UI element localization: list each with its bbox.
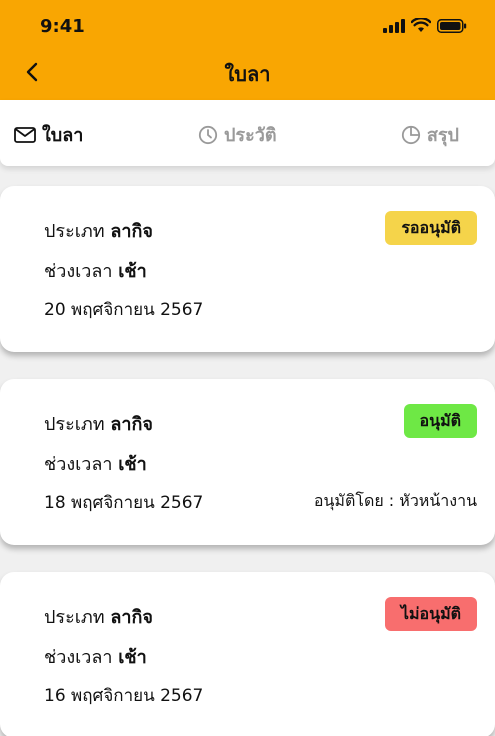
- leave-period: ช่วงเวลา เช้า: [44, 454, 147, 475]
- leave-request-card[interactable]: ประเภท ลากิจ ช่วงเวลา เช้า 16 พฤศจิกายน …: [0, 572, 495, 736]
- leave-request-card[interactable]: ประเภท ลากิจ ช่วงเวลา เช้า 18 พฤศจิกายน …: [0, 379, 495, 545]
- wifi-icon: [411, 18, 431, 32]
- app-header: 9:41 ใบลา: [0, 0, 495, 100]
- status-time: 9:41: [40, 16, 85, 37]
- leave-date: 20 พฤศจิกายน 2567: [44, 300, 204, 320]
- leave-type: ประเภท ลากิจ: [44, 607, 153, 628]
- status-badge-pending: รออนุมัติ: [385, 211, 477, 245]
- leave-date: 18 พฤศจิกายน 2567: [44, 493, 204, 513]
- leave-period: ช่วงเวลา เช้า: [44, 261, 147, 282]
- leave-type: ประเภท ลากิจ: [44, 221, 153, 242]
- status-badge-rejected: ไม่อนุมัติ: [384, 597, 477, 631]
- mail-icon: [14, 126, 36, 143]
- battery-icon: [437, 18, 467, 33]
- cellular-signal-icon: [383, 18, 405, 33]
- status-icons: [383, 18, 467, 33]
- pie-chart-icon: [401, 125, 421, 144]
- tab-summary-label: สรุป: [426, 125, 459, 146]
- leave-date: 16 พฤศจิกายน 2567: [44, 686, 204, 706]
- nav-bar: ใบลา: [0, 50, 495, 95]
- tab-leave-label: ใบลา: [42, 125, 84, 146]
- status-bar: 9:41: [0, 0, 495, 50]
- tab-summary[interactable]: สรุป: [401, 120, 459, 149]
- leave-request-card[interactable]: ประเภท ลากิจ ช่วงเวลา เช้า 20 พฤศจิกายน …: [0, 186, 495, 352]
- tab-history[interactable]: ประวัติ: [198, 120, 277, 149]
- leave-type: ประเภท ลากิจ: [44, 414, 153, 435]
- page-title: ใบลา: [224, 62, 271, 86]
- status-badge-approved: อนุมัติ: [403, 404, 477, 438]
- clock-icon: [198, 125, 218, 144]
- leave-period: ช่วงเวลา เช้า: [44, 647, 147, 668]
- tab-bar: ใบลา ประวัติ สรุป: [0, 100, 495, 166]
- tab-leave[interactable]: ใบลา: [14, 120, 83, 149]
- tab-history-label: ประวัติ: [224, 125, 277, 146]
- approver-text: อนุมัติโดย : หัวหน้างาน: [313, 491, 477, 510]
